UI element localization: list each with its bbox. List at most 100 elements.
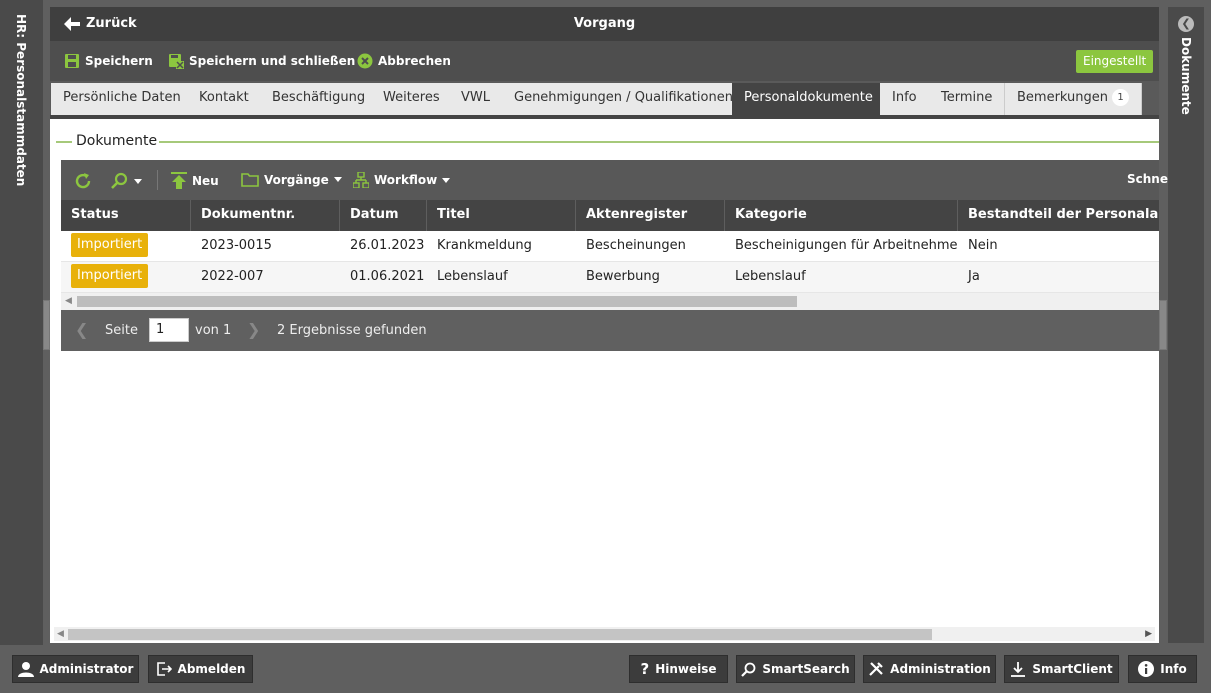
download-icon [1011, 662, 1026, 677]
row-date: 26.01.2023 [350, 238, 425, 253]
status-pill: Importiert [71, 263, 149, 288]
workflow-icon [353, 172, 369, 188]
processes-label: Vorgänge [264, 172, 329, 187]
grid-toolbar: Neu Vorgänge Workflow Schne [61, 160, 1168, 200]
info-icon [1138, 661, 1155, 677]
logout-icon [156, 662, 172, 676]
scroll-left-icon[interactable]: ◀ [57, 629, 64, 639]
table-row[interactable]: Importiert 2022-007 01.06.2021 Lebenslau… [61, 262, 1159, 293]
prev-page-icon[interactable]: ❮ [75, 320, 88, 339]
info-button[interactable]: Info [1128, 655, 1197, 683]
status-badge: Eingestellt [1076, 50, 1154, 73]
footer-bar: Administrator Abmelden ? Hinweise SmartS… [0, 645, 1211, 693]
row-file-register: Bewerbung [586, 269, 660, 284]
cancel-label: Abbrechen [378, 54, 451, 68]
smartsearch-label: SmartSearch [762, 662, 850, 676]
tab-vwl[interactable]: VWL [449, 83, 503, 115]
save-button[interactable]: Speichern [64, 53, 153, 69]
tab-info[interactable]: Info [880, 83, 930, 115]
section-title: Dokumente [74, 133, 160, 149]
logout-label: Abmelden [177, 662, 246, 676]
table-row[interactable]: Importiert 2023-0015 26.01.2023 Krankmel… [61, 231, 1159, 262]
column-header-title[interactable]: Titel [427, 200, 576, 231]
column-header-status[interactable]: Status [61, 200, 191, 231]
row-title: Krankmeldung [437, 238, 532, 253]
user-icon [17, 662, 34, 677]
chevron-down-icon [333, 177, 342, 182]
main-scroll-thumb[interactable] [68, 629, 932, 640]
save-close-icon [169, 54, 184, 69]
right-side-panel[interactable]: ❮ Dokumente [1168, 7, 1204, 643]
scroll-left-icon[interactable]: ◀ [65, 296, 72, 306]
folder-icon [241, 173, 259, 187]
tab-beschaeftigung[interactable]: Beschäftigung [260, 83, 379, 115]
back-label: Zurück [86, 16, 137, 31]
pagination-bar: ❮ Seite 1 von 1 ❯ 2 Ergebnisse gefunden [61, 310, 1159, 351]
row-category: Bescheinigungen für Arbeitnehmer [735, 238, 958, 253]
left-panel-label[interactable]: HR: Personalstammdaten [14, 14, 28, 186]
toolbar-separator [157, 170, 158, 190]
logout-button[interactable]: Abmelden [148, 655, 253, 683]
column-header-category[interactable]: Kategorie [725, 200, 958, 231]
tab-persoenliche-daten[interactable]: Persönliche Daten [51, 83, 194, 115]
search-dropdown-button[interactable] [111, 172, 142, 190]
tab-weiteres[interactable]: Weiteres [371, 83, 453, 115]
column-header-personnel-file[interactable]: Bestandteil der Personalakte [958, 200, 1159, 231]
row-status-cell: Importiert [61, 262, 191, 293]
main-window: Zurück Vorgang Speichern Speichern und s… [50, 7, 1168, 643]
cancel-button[interactable]: Abbrechen [357, 53, 451, 69]
save-close-label: Speichern und schließen [189, 54, 356, 68]
result-count: 2 Ergebnisse gefunden [277, 323, 427, 338]
row-personnel-file: Nein [968, 238, 998, 253]
left-side-panel[interactable]: HR: Personalstammdaten [0, 0, 43, 645]
column-header-date[interactable]: Datum [340, 200, 427, 231]
table-header: Status Dokumentnr. Datum Titel Aktenregi… [61, 200, 1159, 231]
next-page-icon[interactable]: ❯ [247, 320, 260, 339]
tab-kontakt[interactable]: Kontakt [187, 83, 262, 115]
grid-scroll-thumb[interactable] [77, 296, 797, 307]
chevron-left-icon[interactable]: ❮ [1178, 16, 1194, 32]
administration-button[interactable]: Administration [863, 655, 996, 683]
documents-grid: Neu Vorgänge Workflow Schne Status Dokum… [61, 160, 1168, 351]
smartsearch-button[interactable]: SmartSearch [736, 655, 855, 683]
row-category: Lebenslauf [735, 269, 806, 284]
section-line-right [156, 141, 1159, 143]
new-button[interactable]: Neu [171, 172, 219, 190]
quick-filter-label: Schne [1127, 172, 1168, 186]
processes-dropdown-button[interactable]: Vorgänge [241, 172, 342, 187]
tab-personaldokumente[interactable]: Personaldokumente [732, 83, 886, 115]
hints-button[interactable]: ? Hinweise [629, 655, 728, 683]
notes-count-badge: 1 [1112, 89, 1130, 106]
page-label: Seite [105, 323, 138, 338]
refresh-icon [75, 173, 91, 189]
tab-bemerkungen[interactable]: Bemerkungen 1 [1005, 83, 1143, 115]
cancel-icon [357, 53, 373, 69]
quick-filter-button[interactable]: Schne [1127, 172, 1168, 186]
page-title: Vorgang [573, 16, 636, 31]
workflow-label: Workflow [374, 173, 438, 187]
scroll-right-icon[interactable]: ▶ [1145, 629, 1152, 639]
main-horizontal-scrollbar[interactable]: ◀ ▶ [54, 627, 1155, 641]
left-panel-resize-handle[interactable] [43, 300, 50, 350]
grid-horizontal-scrollbar[interactable]: ◀ [61, 293, 1159, 310]
row-file-register: Bescheinungen [586, 238, 686, 253]
save-close-button[interactable]: Speichern und schließen [168, 53, 355, 69]
question-icon: ? [640, 660, 650, 678]
back-button[interactable]: Zurück [64, 16, 137, 31]
row-personnel-file: Ja [968, 269, 980, 284]
tools-icon [869, 662, 883, 676]
save-label: Speichern [85, 54, 153, 68]
tab-bar: Persönliche Daten Kontakt Beschäftigung … [50, 81, 1159, 115]
tab-genehmigungen[interactable]: Genehmigungen / Qualifikationen [502, 83, 746, 115]
right-panel-label[interactable]: Dokumente [1179, 37, 1193, 115]
user-button[interactable]: Administrator [12, 655, 139, 683]
smartclient-button[interactable]: SmartClient [1004, 655, 1119, 683]
page-number-input[interactable]: 1 [149, 318, 189, 342]
tab-termine[interactable]: Termine [929, 83, 1006, 115]
right-panel-resize-handle[interactable] [1159, 300, 1167, 350]
refresh-button[interactable] [74, 172, 92, 190]
documents-section-header: Dokumente [56, 132, 1159, 152]
column-header-file-register[interactable]: Aktenregister [576, 200, 725, 231]
column-header-document-number[interactable]: Dokumentnr. [191, 200, 340, 231]
workflow-dropdown-button[interactable]: Workflow [353, 172, 451, 188]
